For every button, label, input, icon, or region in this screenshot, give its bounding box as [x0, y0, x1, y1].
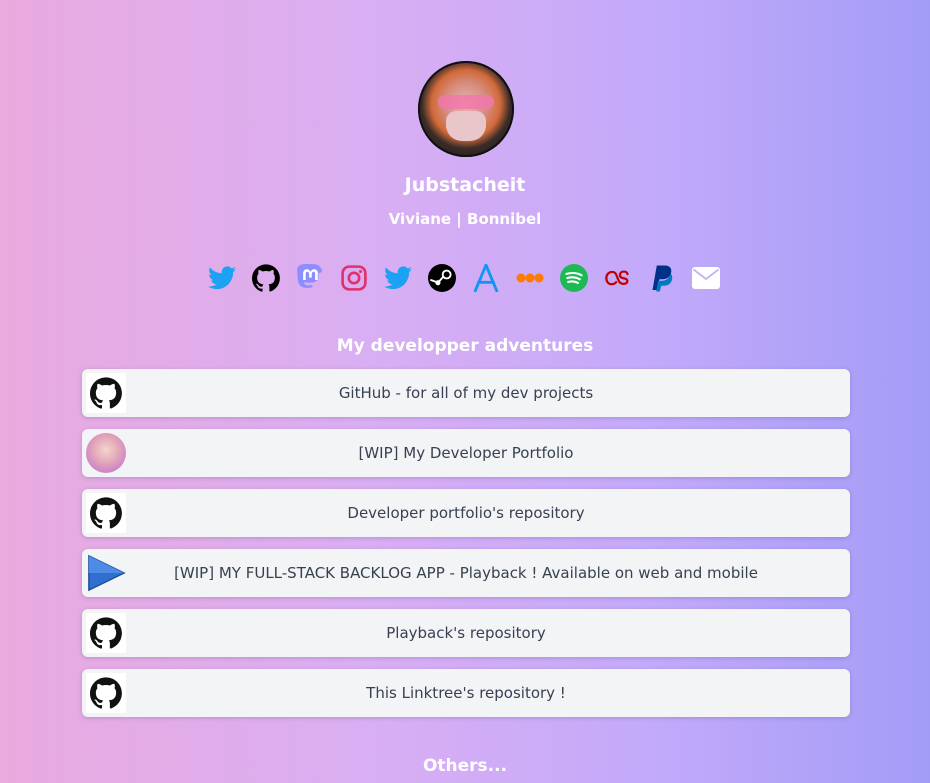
linktree-page: Jubstacheit Viviane | Bonnibel My develo…: [0, 0, 930, 783]
dev-links-list: GitHub - for all of my dev projects [WIP…: [82, 369, 850, 729]
lastfm-icon[interactable]: [604, 263, 632, 293]
link-label: Playback's repository: [386, 624, 546, 642]
instagram-icon[interactable]: [340, 263, 368, 293]
link-linktree-repo[interactable]: This Linktree's repository !: [82, 669, 850, 717]
avatar: [418, 61, 514, 157]
social-icons: [208, 263, 720, 293]
section-title-dev: My developper adventures: [336, 336, 594, 356]
link-playback-app[interactable]: [WIP] MY FULL-STACK BACKLOG APP - Playba…: [82, 549, 850, 597]
profile-bio: Viviane | Bonnibel: [388, 210, 542, 228]
profile-photo: [86, 433, 126, 473]
spotify-icon[interactable]: [560, 263, 588, 293]
github-icon: [86, 613, 126, 653]
mastodon-icon[interactable]: [296, 263, 324, 293]
link-label: GitHub - for all of my dev projects: [338, 384, 594, 402]
avatar-mask: [446, 111, 486, 141]
link-label: [WIP] MY FULL-STACK BACKLOG APP - Playba…: [174, 564, 758, 582]
section-title-others: Others...: [422, 756, 508, 776]
paypal-icon[interactable]: [648, 263, 676, 293]
steam-icon[interactable]: [428, 263, 456, 293]
link-portfolio[interactable]: [WIP] My Developer Portfolio: [82, 429, 850, 477]
flickr-icon[interactable]: [516, 263, 544, 293]
link-github[interactable]: GitHub - for all of my dev projects: [82, 369, 850, 417]
play-icon: [86, 553, 126, 593]
github-icon: [86, 373, 126, 413]
link-label: [WIP] My Developer Portfolio: [358, 444, 574, 462]
github-icon: [86, 493, 126, 533]
link-label: This Linktree's repository !: [366, 684, 566, 702]
link-playback-repo[interactable]: Playback's repository: [82, 609, 850, 657]
app-store-icon[interactable]: [472, 263, 500, 293]
email-icon[interactable]: [692, 263, 720, 293]
avatar-glasses: [438, 95, 494, 109]
github-icon: [86, 673, 126, 713]
profile-name: Jubstacheit: [404, 174, 526, 196]
twitter-icon[interactable]: [208, 263, 236, 293]
link-label: Developer portfolio's repository: [347, 504, 585, 522]
twitter-icon[interactable]: [384, 263, 412, 293]
github-icon[interactable]: [252, 263, 280, 293]
link-portfolio-repo[interactable]: Developer portfolio's repository: [82, 489, 850, 537]
